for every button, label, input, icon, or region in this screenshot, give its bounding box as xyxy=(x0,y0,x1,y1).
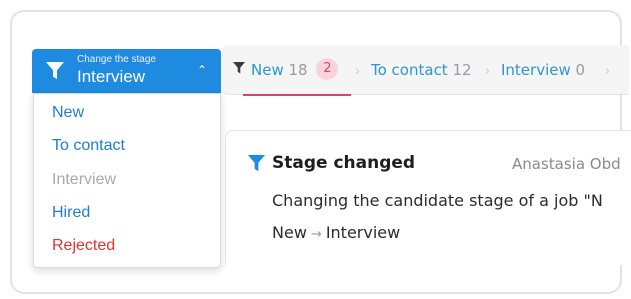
tab-count: 18 xyxy=(288,61,308,79)
menu-item-rejected[interactable]: Rejected xyxy=(52,237,115,255)
event-author[interactable]: Anastasia Obd xyxy=(512,155,621,173)
chevron-right-icon: › xyxy=(355,62,360,78)
tab-new[interactable]: New 18 2 xyxy=(233,44,351,96)
stage-transition: New → Interview xyxy=(272,223,400,242)
event-card: Stage changed Anastasia Obd Changing the… xyxy=(225,130,631,265)
chevron-right-icon: › xyxy=(605,62,610,78)
transition-from: New xyxy=(272,223,307,242)
stage-selector-hint: Change the stage xyxy=(77,54,156,65)
tab-interview[interactable]: Interview 0 xyxy=(501,45,585,95)
tab-count: 0 xyxy=(575,61,586,79)
tab-count: 12 xyxy=(452,61,472,79)
chevron-right-icon: › xyxy=(485,62,490,78)
event-description: Changing the candidate stage of a job "N xyxy=(272,191,603,210)
transition-to: Interview xyxy=(325,223,401,242)
active-tab-indicator xyxy=(243,94,351,96)
tab-label: New xyxy=(251,61,284,79)
filter-icon xyxy=(233,44,245,94)
menu-item-hired[interactable]: Hired xyxy=(52,204,90,222)
menu-item-new[interactable]: New xyxy=(52,104,84,122)
change-stage-button[interactable]: Change the stage Interview ⌃ xyxy=(32,49,221,93)
stage-dropdown-menu: New To contact Interview Hired Rejected xyxy=(33,93,221,268)
filter-icon xyxy=(248,155,265,177)
filter-icon xyxy=(46,62,64,85)
chevron-up-icon: ⌃ xyxy=(196,63,207,77)
menu-item-interview: Interview xyxy=(52,171,117,188)
tab-label: Interview xyxy=(501,61,571,79)
event-title: Stage changed xyxy=(272,153,416,173)
stage-selector-value: Interview xyxy=(77,67,146,86)
new-count-badge: 2 xyxy=(316,58,339,80)
tab-to-contact[interactable]: To contact 12 xyxy=(371,45,472,95)
arrow-right-icon: → xyxy=(310,227,322,242)
stage-tabs: New 18 2 › To contact 12 › Interview 0 › xyxy=(219,44,629,96)
menu-item-to-contact[interactable]: To contact xyxy=(52,137,125,155)
tab-label: To contact xyxy=(371,61,448,79)
